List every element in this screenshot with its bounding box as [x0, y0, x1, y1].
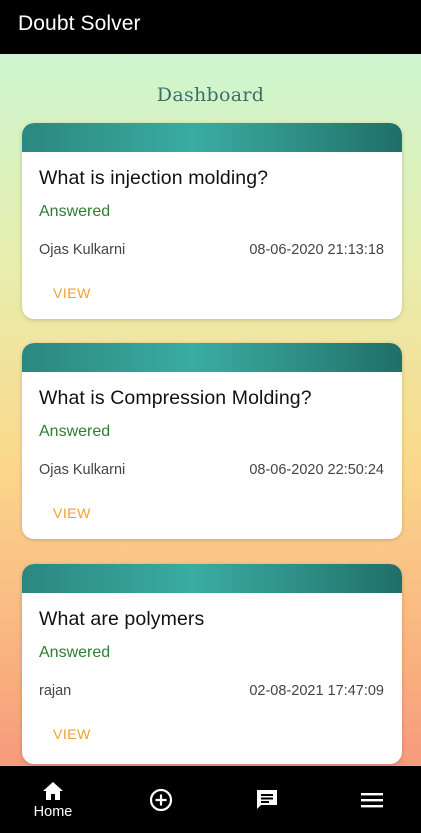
question-title: What is injection molding? — [39, 167, 269, 189]
view-button[interactable]: VIEW — [53, 285, 91, 301]
nav-home[interactable]: Home — [13, 766, 93, 833]
question-author: Ojas Kulkarni — [39, 462, 126, 478]
question-title: What is Compression Molding? — [39, 387, 312, 409]
view-button[interactable]: VIEW — [53, 726, 91, 742]
app-title: Doubt Solver — [18, 12, 141, 35]
card-header-band — [22, 343, 402, 372]
question-author: rajan — [39, 683, 72, 699]
nav-add-question[interactable] — [121, 766, 201, 833]
home-icon — [41, 780, 65, 802]
question-title: What are polymers — [39, 608, 205, 630]
chat-icon — [254, 787, 280, 813]
add-circle-icon — [148, 787, 174, 813]
question-card[interactable]: What is injection molding? Answered Ojas… — [22, 123, 402, 319]
app-bar: Doubt Solver — [0, 0, 421, 54]
view-button[interactable]: VIEW — [53, 505, 91, 521]
question-card[interactable]: What are polymers Answered rajan 02-08-2… — [22, 564, 402, 764]
question-card[interactable]: What is Compression Molding? Answered Oj… — [22, 343, 402, 539]
card-header-band — [22, 123, 402, 152]
question-author: Ojas Kulkarni — [39, 242, 126, 258]
bottom-navigation: Home — [0, 766, 421, 833]
menu-icon — [360, 790, 384, 810]
question-status: Answered — [39, 644, 111, 661]
nav-home-label: Home — [33, 803, 73, 820]
nav-menu[interactable] — [332, 766, 412, 833]
page-title: Dashboard — [156, 84, 265, 106]
question-datetime: 02-08-2021 17:47:09 — [249, 683, 384, 699]
question-datetime: 08-06-2020 22:50:24 — [249, 462, 384, 478]
question-status: Answered — [39, 203, 111, 220]
question-status: Answered — [39, 423, 111, 440]
nav-chat[interactable] — [227, 766, 307, 833]
card-header-band — [22, 564, 402, 593]
question-datetime: 08-06-2020 21:13:18 — [249, 242, 384, 258]
